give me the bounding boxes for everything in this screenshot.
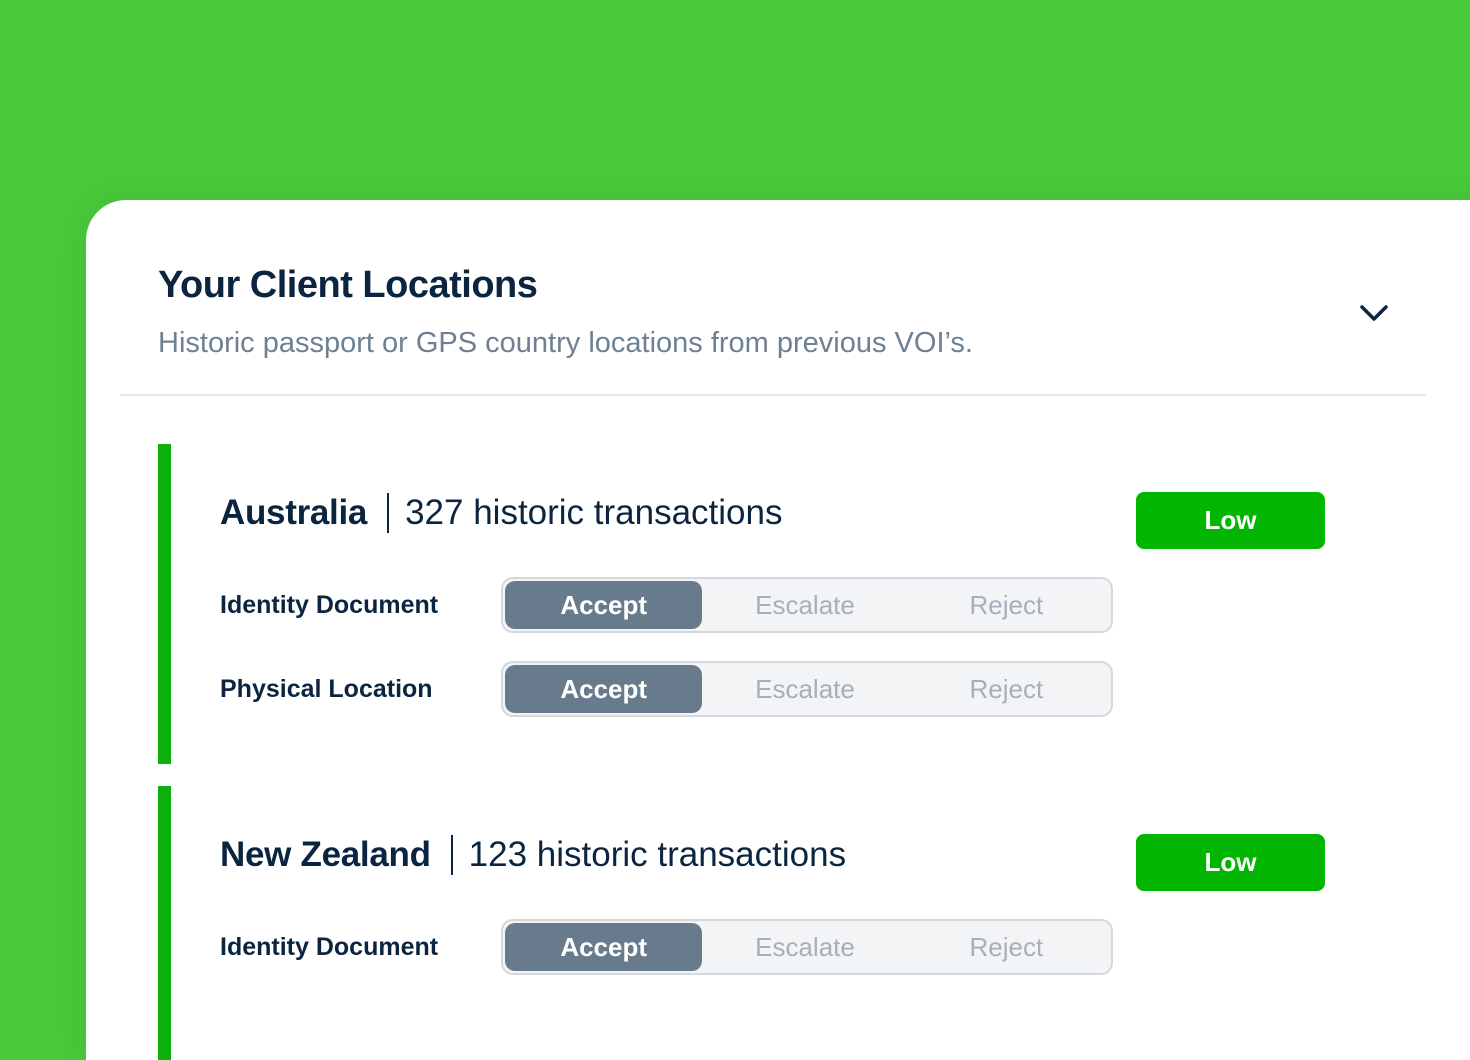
check-row-identity-document: Identity Document Accept Escalate Reject <box>220 577 1113 633</box>
accept-option[interactable]: Accept <box>505 665 703 713</box>
reject-option[interactable]: Reject <box>908 581 1105 629</box>
location-header: Australia 327 historic transactions <box>220 488 783 538</box>
decision-segmented-control: Accept Escalate Reject <box>501 577 1113 633</box>
country-name: Australia <box>220 493 368 532</box>
location-accent-bar <box>158 786 171 1060</box>
header-separator <box>450 835 453 875</box>
reject-option[interactable]: Reject <box>908 665 1105 713</box>
card-subtitle: Historic passport or GPS country locatio… <box>158 327 973 359</box>
transaction-count: 327 historic transactions <box>405 493 783 532</box>
location-accent-bar <box>158 444 171 764</box>
risk-badge: Low <box>1136 492 1325 549</box>
decision-segmented-control: Accept Escalate Reject <box>501 661 1113 717</box>
check-label: Identity Document <box>220 590 439 619</box>
reject-option[interactable]: Reject <box>908 923 1105 971</box>
card-header: Your Client Locations Historic passport … <box>158 264 973 360</box>
check-row-physical-location: Physical Location Accept Escalate Reject <box>220 661 1113 717</box>
transaction-count: 123 historic transactions <box>468 835 847 874</box>
country-name: New Zealand <box>220 835 431 874</box>
client-locations-card: Your Client Locations Historic passport … <box>86 200 1470 1060</box>
card-title: Your Client Locations <box>158 264 538 306</box>
check-label: Physical Location <box>220 674 433 703</box>
chevron-down-icon[interactable] <box>1354 298 1394 328</box>
accept-option[interactable]: Accept <box>505 581 703 629</box>
header-divider <box>120 394 1426 396</box>
check-label: Identity Document <box>220 932 439 961</box>
location-header: New Zealand 123 historic transactions <box>220 830 846 880</box>
escalate-option[interactable]: Escalate <box>706 665 903 713</box>
escalate-option[interactable]: Escalate <box>706 581 903 629</box>
risk-badge: Low <box>1136 834 1325 891</box>
header-separator <box>387 493 390 533</box>
decision-segmented-control: Accept Escalate Reject <box>501 919 1113 975</box>
escalate-option[interactable]: Escalate <box>706 923 903 971</box>
check-row-identity-document: Identity Document Accept Escalate Reject <box>220 919 1113 975</box>
accept-option[interactable]: Accept <box>505 923 703 971</box>
